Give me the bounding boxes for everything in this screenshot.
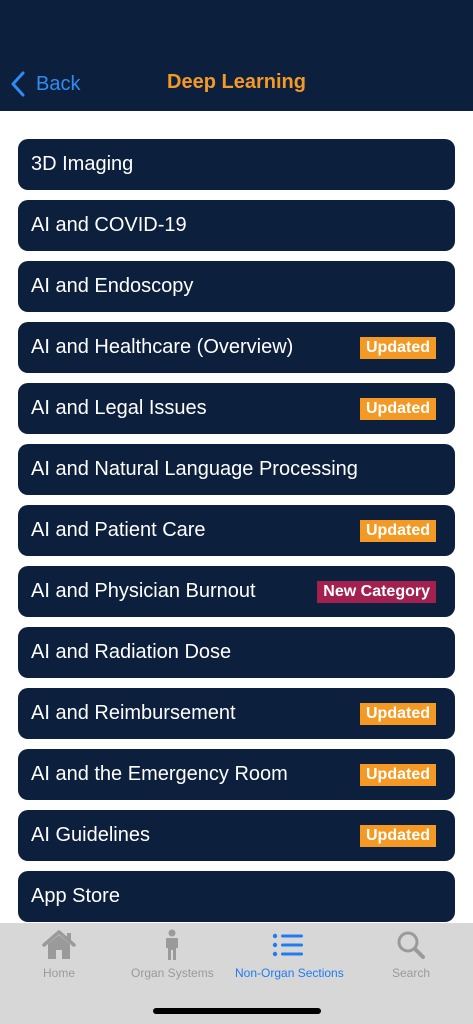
list-item-label: AI Guidelines — [31, 824, 150, 846]
updated-badge: Updated — [360, 336, 436, 359]
magnifier-icon — [397, 931, 426, 959]
list-item[interactable]: AI and Patient Care Updated — [18, 505, 455, 556]
list-item[interactable]: AI and Radiation Dose — [18, 627, 455, 678]
updated-badge: Updated — [360, 824, 436, 847]
list-item-label: AI and COVID-19 — [31, 214, 187, 236]
tab-label: Non-Organ Sections — [235, 966, 344, 980]
list-item-label: AI and Physician Burnout — [31, 580, 256, 602]
tab-non-organ-sections[interactable]: Non-Organ Sections — [235, 929, 344, 980]
navigation-bar: Back Deep Learning — [0, 0, 473, 111]
list-item[interactable]: AI and Physician Burnout New Category — [18, 566, 455, 617]
list-item-label: AI and the Emergency Room — [31, 763, 288, 785]
list-item[interactable]: AI and Natural Language Processing — [18, 444, 455, 495]
tab-label: Search — [392, 966, 431, 980]
updated-badge: Updated — [360, 519, 436, 542]
tab-label: Home — [42, 966, 75, 980]
updated-badge: Updated — [360, 397, 436, 420]
list-item-label: App Store — [31, 885, 120, 907]
list-item[interactable]: AI and Endoscopy — [18, 261, 455, 312]
tab-label: Organ Systems — [131, 966, 214, 980]
tab-organ-systems[interactable]: Organ Systems — [131, 929, 214, 980]
list-item-label: AI and Legal Issues — [31, 397, 207, 419]
person-icon — [166, 929, 179, 960]
list-icon — [273, 933, 304, 957]
updated-badge: Updated — [360, 763, 436, 786]
list-item[interactable]: AI and COVID-19 — [18, 200, 455, 251]
updated-badge: Updated — [360, 702, 436, 725]
home-indicator[interactable] — [153, 1008, 321, 1014]
list-item[interactable]: AI and Healthcare (Overview) Updated — [18, 322, 455, 373]
list-item[interactable]: 3D Imaging — [18, 139, 455, 190]
list-item-label: AI and Patient Care — [31, 519, 206, 541]
list-item-label: AI and Radiation Dose — [31, 641, 232, 663]
list-item[interactable]: AI Guidelines Updated — [18, 810, 455, 861]
list-item-label: AI and Endoscopy — [31, 275, 194, 297]
new-category-badge: New Category — [317, 580, 436, 603]
category-list: 3D Imaging AI and COVID-19 AI and Endosc… — [18, 139, 455, 932]
house-icon — [42, 930, 76, 959]
list-item[interactable]: App Store — [18, 871, 455, 922]
list-item-label: AI and Natural Language Processing — [31, 458, 358, 480]
tab-search[interactable]: Search — [392, 929, 430, 980]
page-title: Deep Learning — [167, 71, 306, 93]
list-item[interactable]: AI and Legal Issues Updated — [18, 383, 455, 434]
list-item[interactable]: AI and Reimbursement Updated — [18, 688, 455, 739]
tab-bar: Home Organ Systems Non-Organ Sections Se… — [0, 923, 473, 1024]
tab-home[interactable]: Home — [39, 929, 79, 980]
list-item-label: AI and Reimbursement — [31, 702, 236, 724]
list-item[interactable]: AI and the Emergency Room Updated — [18, 749, 455, 800]
list-item-label: 3D Imaging — [31, 153, 134, 175]
list-item-label: AI and Healthcare (Overview) — [31, 336, 294, 358]
